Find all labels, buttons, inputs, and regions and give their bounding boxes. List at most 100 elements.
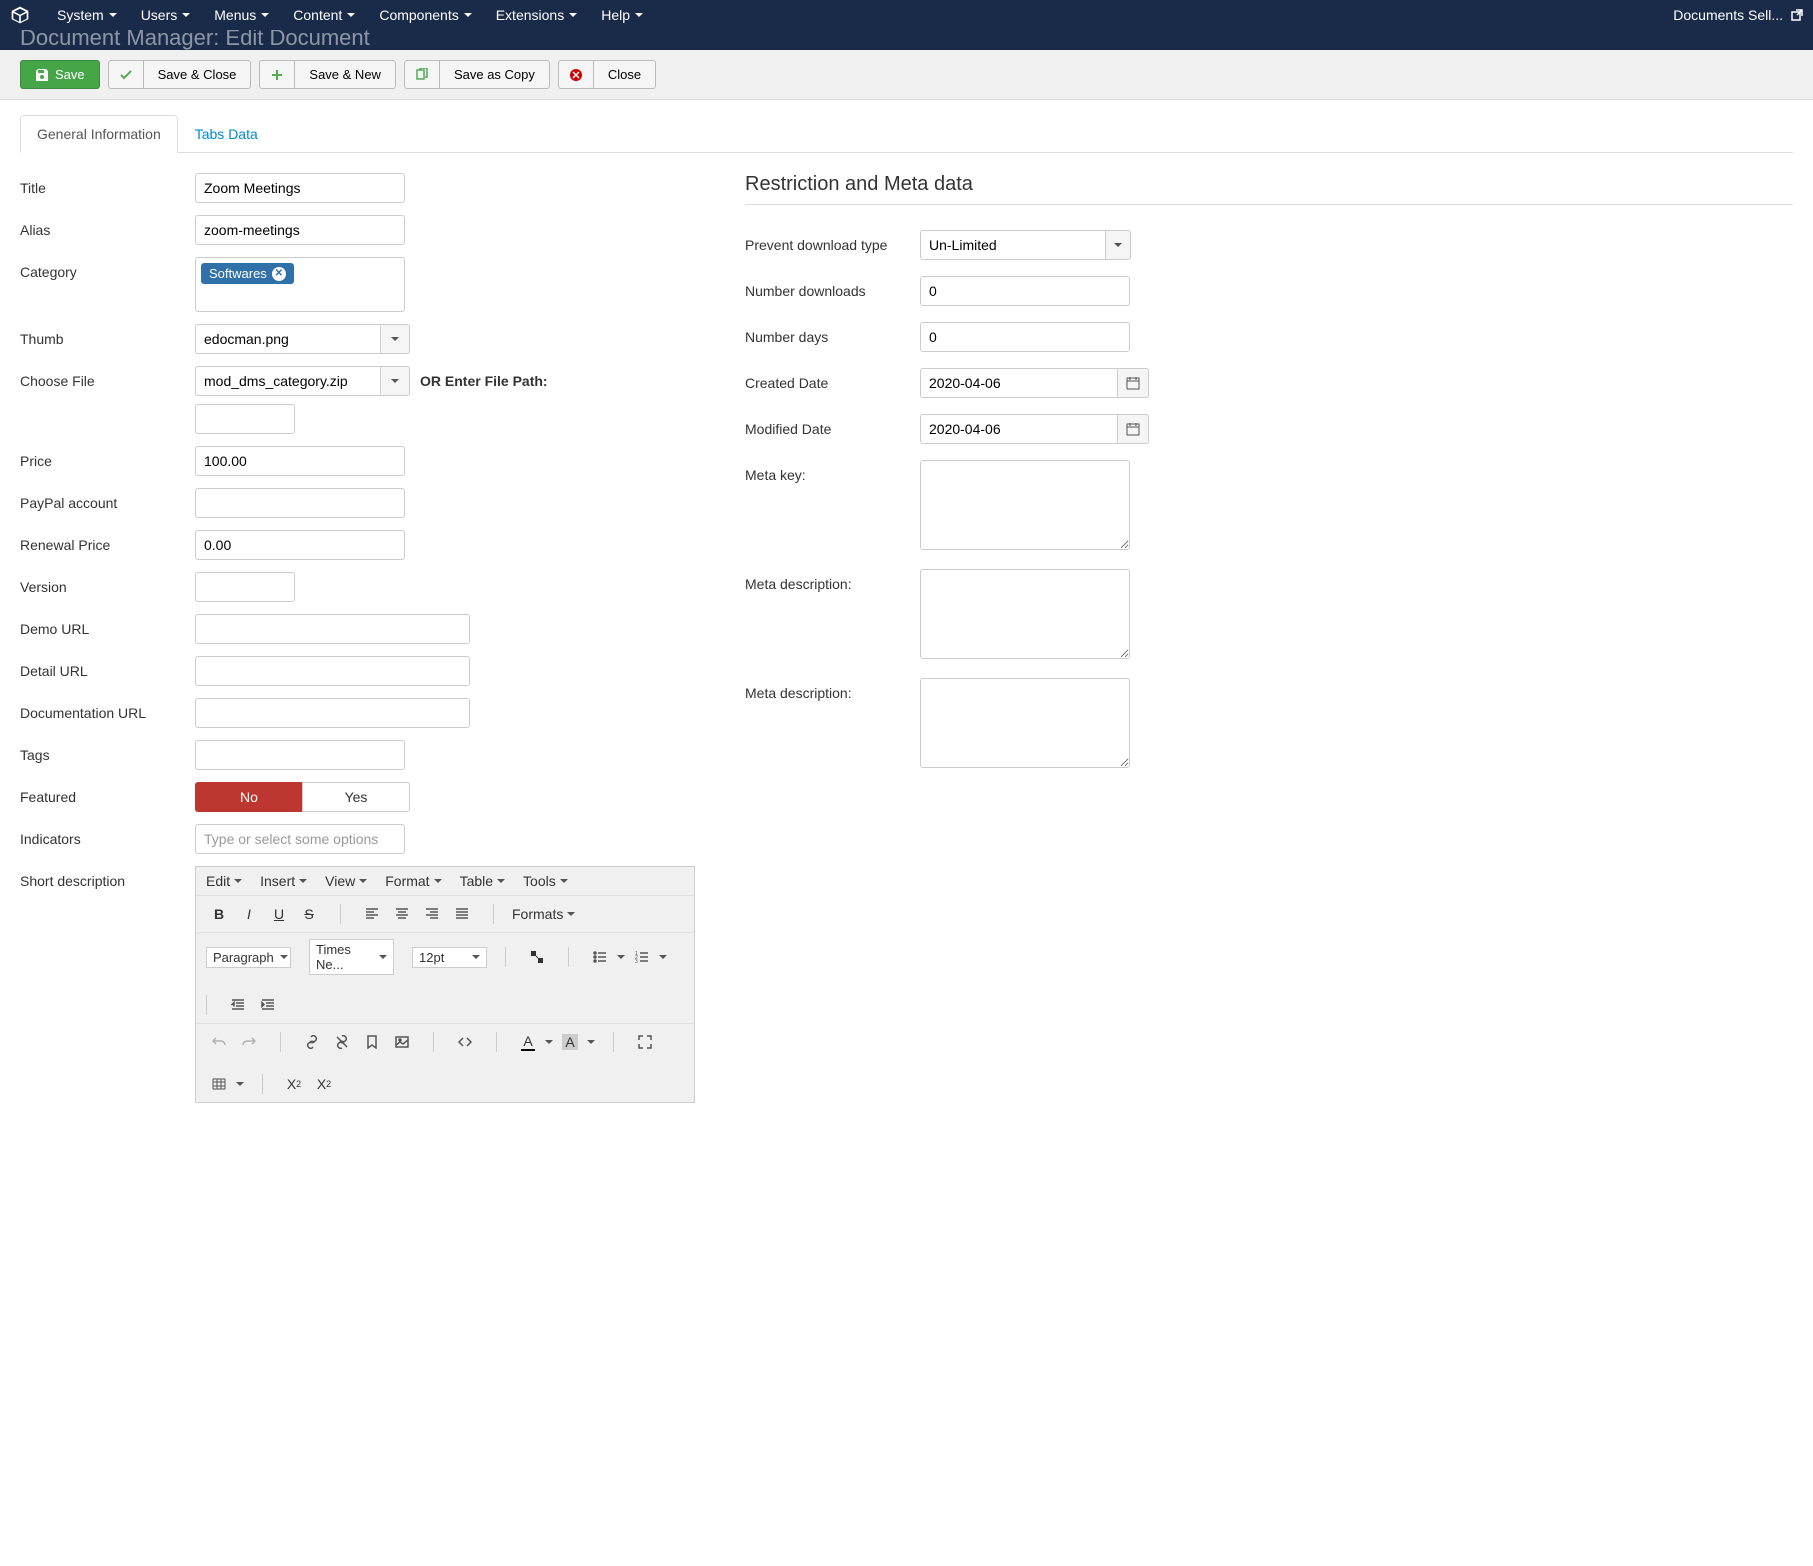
num-days-input[interactable] [920, 322, 1130, 352]
choose-file-input[interactable] [195, 366, 380, 396]
thumb-input[interactable] [195, 324, 380, 354]
caret-icon [1114, 243, 1122, 247]
version-input[interactable] [195, 572, 295, 602]
unlink-icon[interactable] [329, 1030, 355, 1054]
meta-desc-textarea[interactable] [920, 569, 1130, 659]
prevent-download-select[interactable] [920, 230, 1105, 260]
paypal-input[interactable] [195, 488, 405, 518]
editor-edit-menu[interactable]: Edit [206, 873, 242, 889]
formats-dropdown[interactable]: Formats [512, 906, 575, 922]
category-label: Category [20, 257, 195, 280]
nav-components[interactable]: Components [367, 1, 483, 29]
paragraph-select[interactable]: Paragraph [206, 947, 291, 968]
editor-view-menu[interactable]: View [325, 873, 367, 889]
superscript-icon[interactable]: X2 [311, 1072, 337, 1096]
tab-general[interactable]: General Information [20, 115, 178, 153]
subscript-icon[interactable]: X2 [281, 1072, 307, 1096]
align-left-icon[interactable] [359, 902, 385, 926]
price-input[interactable] [195, 446, 405, 476]
thumb-dropdown[interactable] [380, 324, 410, 354]
save-button[interactable]: Save [20, 60, 100, 89]
editor-table-menu[interactable]: Table [460, 873, 505, 889]
nav-extensions[interactable]: Extensions [484, 1, 589, 29]
italic-icon[interactable]: I [236, 902, 262, 926]
created-date-picker[interactable] [1117, 368, 1149, 398]
num-days-label: Number days [745, 322, 920, 345]
nav-menus[interactable]: Menus [202, 1, 281, 29]
nav-content[interactable]: Content [281, 1, 367, 29]
bullet-list-icon[interactable] [587, 945, 613, 969]
save-new-icon-button[interactable] [259, 60, 294, 89]
joomla-icon[interactable] [10, 5, 45, 25]
check-icon [119, 68, 133, 82]
number-list-icon[interactable]: 123 [629, 945, 655, 969]
save-close-icon-button[interactable] [108, 60, 143, 89]
fullscreen-icon[interactable] [632, 1030, 658, 1054]
documentation-url-input[interactable] [195, 698, 470, 728]
category-select[interactable]: Softwares ✕ [195, 257, 405, 312]
created-date-input[interactable] [920, 368, 1117, 398]
image-icon[interactable] [389, 1030, 415, 1054]
fontsize-select[interactable]: 12pt [412, 947, 487, 968]
price-label: Price [20, 446, 195, 469]
num-downloads-label: Number downloads [745, 276, 920, 299]
choose-file-dropdown[interactable] [380, 366, 410, 396]
alias-input[interactable] [195, 215, 405, 245]
nav-users[interactable]: Users [129, 1, 203, 29]
meta-desc2-textarea[interactable] [920, 678, 1130, 768]
redo-icon[interactable] [236, 1030, 262, 1054]
prevent-download-dropdown[interactable] [1105, 230, 1131, 260]
bookmark-icon[interactable] [359, 1030, 385, 1054]
num-downloads-input[interactable] [920, 276, 1130, 306]
caret-icon [299, 879, 307, 883]
indent-icon[interactable] [255, 993, 281, 1017]
save-close-button[interactable]: Save & Close [143, 60, 252, 89]
meta-desc2-label: Meta description: [745, 678, 920, 701]
meta-key-textarea[interactable] [920, 460, 1130, 550]
featured-yes[interactable]: Yes [302, 782, 410, 812]
close-button[interactable]: Close [593, 60, 656, 89]
strikethrough-icon[interactable]: S [296, 902, 322, 926]
file-path-input[interactable] [195, 404, 295, 434]
save-new-button[interactable]: Save & New [294, 60, 396, 89]
align-justify-icon[interactable] [449, 902, 475, 926]
renewal-input[interactable] [195, 530, 405, 560]
title-input[interactable] [195, 173, 405, 203]
find-icon[interactable] [524, 945, 550, 969]
outdent-icon[interactable] [225, 993, 251, 1017]
topnav-left: System Users Menus Content Components Ex… [10, 1, 655, 29]
align-right-icon[interactable] [419, 902, 445, 926]
featured-no[interactable]: No [195, 782, 302, 812]
modified-date-picker[interactable] [1117, 414, 1149, 444]
modified-date-input[interactable] [920, 414, 1117, 444]
indicators-select[interactable]: Type or select some options [195, 824, 405, 854]
text-color-icon[interactable]: A [515, 1030, 541, 1054]
close-icon-button[interactable] [558, 60, 593, 89]
nav-system[interactable]: System [45, 1, 129, 29]
bold-icon[interactable]: B [206, 902, 232, 926]
code-icon[interactable] [452, 1030, 478, 1054]
bg-color-icon[interactable]: A [557, 1030, 583, 1054]
undo-icon[interactable] [206, 1030, 232, 1054]
choose-file-label: Choose File [20, 366, 195, 389]
tab-tabs-data[interactable]: Tabs Data [178, 115, 275, 153]
caret-icon [391, 379, 399, 383]
save-copy-button[interactable]: Save as Copy [439, 60, 550, 89]
tag-remove-icon[interactable]: ✕ [272, 267, 286, 281]
editor-insert-menu[interactable]: Insert [260, 873, 307, 889]
editor-format-menu[interactable]: Format [385, 873, 441, 889]
save-copy-icon-button[interactable] [404, 60, 439, 89]
underline-icon[interactable]: U [266, 902, 292, 926]
link-icon[interactable] [299, 1030, 325, 1054]
topnav-right[interactable]: Documents Sell... [1673, 7, 1803, 23]
demo-url-input[interactable] [195, 614, 470, 644]
caret-icon [545, 1040, 553, 1044]
nav-help[interactable]: Help [589, 1, 655, 29]
detail-url-input[interactable] [195, 656, 470, 686]
table-icon[interactable] [206, 1072, 232, 1096]
align-center-icon[interactable] [389, 902, 415, 926]
renewal-label: Renewal Price [20, 530, 195, 553]
font-select[interactable]: Times Ne... [309, 939, 394, 975]
editor-tools-menu[interactable]: Tools [523, 873, 568, 889]
tags-input[interactable] [195, 740, 405, 770]
